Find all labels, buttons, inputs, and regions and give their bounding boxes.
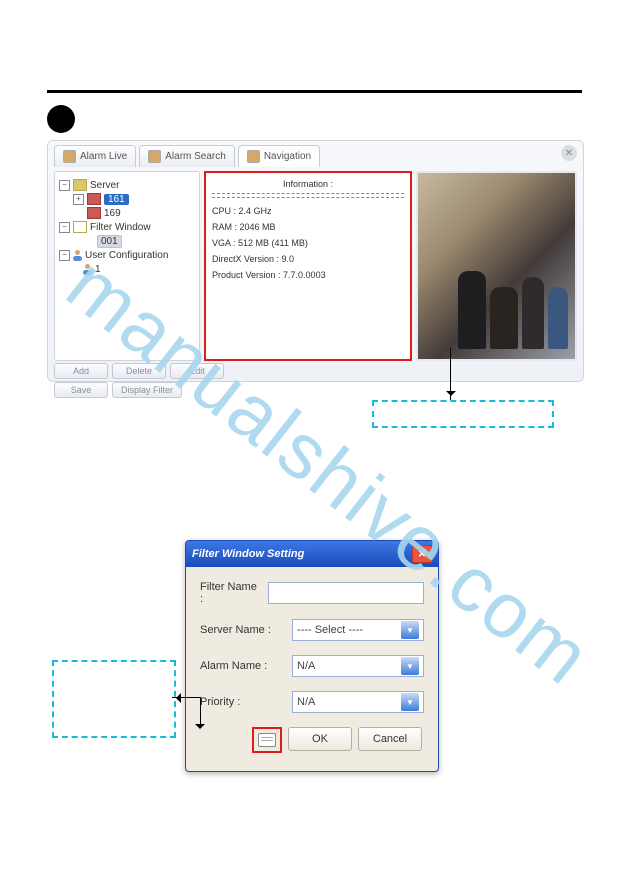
tree-item-selected[interactable]: 161 <box>104 194 129 205</box>
server-folder-icon <box>73 179 87 191</box>
info-product: Product Version : 7.7.0.0003 <box>212 270 404 280</box>
section-bullet <box>47 105 75 133</box>
filter-window-setting-dialog: Filter Window Setting ✕ Filter Name : Se… <box>185 540 439 772</box>
add-button[interactable]: Add <box>54 363 108 379</box>
toolbar-row-2: Save Display Filter <box>48 382 583 398</box>
tab-label: Alarm Live <box>80 151 127 162</box>
info-ram: RAM : 2046 MB <box>212 222 404 232</box>
search-icon <box>148 150 161 163</box>
keyboard-icon <box>258 733 276 747</box>
delete-button[interactable]: Delete <box>112 363 166 379</box>
save-button[interactable]: Save <box>54 382 108 398</box>
arrow-head-icon <box>195 724 205 734</box>
display-filter-button[interactable]: Display Filter <box>112 382 182 398</box>
info-directx: DirectX Version : 9.0 <box>212 254 404 264</box>
collapse-icon[interactable]: − <box>59 222 70 233</box>
callout-arrow <box>200 697 201 727</box>
tab-alarm-live[interactable]: Alarm Live <box>54 145 136 167</box>
tab-navigation[interactable]: Navigation <box>238 145 320 167</box>
app-panel: Alarm Live Alarm Search Navigation ✕ − Se… <box>47 140 584 382</box>
filter-item[interactable]: 001 <box>97 235 122 248</box>
toolbar: Add Delete Edit <box>48 363 583 379</box>
tree-label[interactable]: Server <box>90 180 119 191</box>
panel-close-button[interactable]: ✕ <box>561 145 577 161</box>
expand-icon[interactable]: + <box>73 194 84 205</box>
filter-name-label: Filter Name : <box>200 581 260 605</box>
callout-box <box>52 660 176 738</box>
chevron-down-icon: ▼ <box>401 621 419 639</box>
alarm-name-select[interactable]: N/A ▼ <box>292 655 424 677</box>
dialog-titlebar[interactable]: Filter Window Setting ✕ <box>186 541 438 567</box>
priority-select[interactable]: N/A ▼ <box>292 691 424 713</box>
figure <box>548 287 568 349</box>
tree-label[interactable]: User Configuration <box>85 250 168 261</box>
filter-icon <box>73 221 87 233</box>
dialog-title: Filter Window Setting <box>192 548 304 560</box>
edit-button[interactable]: Edit <box>170 363 224 379</box>
camera-icon <box>87 207 101 219</box>
info-title: Information : <box>212 179 404 189</box>
callout-arrow <box>172 697 200 698</box>
tab-label: Alarm Search <box>165 151 226 162</box>
figure <box>490 287 518 349</box>
nav-tree: − Server +161 169 − Filter Window 001 − Use… <box>54 171 200 361</box>
collapse-icon[interactable]: − <box>59 180 70 191</box>
info-cpu: CPU : 2.4 GHz <box>212 206 404 216</box>
chevron-down-icon: ▼ <box>401 657 419 675</box>
cancel-button[interactable]: Cancel <box>358 727 422 751</box>
filter-name-input[interactable] <box>268 582 424 604</box>
information-panel: Information : CPU : 2.4 GHz RAM : 2046 M… <box>204 171 412 361</box>
eye-icon <box>247 150 260 163</box>
tree-label[interactable]: 1 <box>95 264 101 275</box>
info-vga: VGA : 512 MB (411 MB) <box>212 238 404 248</box>
select-value: N/A <box>297 696 315 708</box>
keyboard-button-highlight[interactable] <box>252 727 282 753</box>
tab-strip: Alarm Live Alarm Search Navigation ✕ <box>48 141 583 167</box>
close-icon[interactable]: ✕ <box>412 545 432 563</box>
figure <box>458 271 486 349</box>
users-icon <box>73 250 82 261</box>
figure <box>522 277 544 349</box>
tree-label[interactable]: Filter Window <box>90 222 151 233</box>
server-name-select[interactable]: ---- Select ---- ▼ <box>292 619 424 641</box>
tab-alarm-search[interactable]: Alarm Search <box>139 145 235 167</box>
section-rule <box>47 90 582 93</box>
collapse-icon[interactable]: − <box>59 250 70 261</box>
select-value: N/A <box>297 660 315 672</box>
tab-label: Navigation <box>264 151 311 162</box>
tree-label[interactable]: 169 <box>104 208 121 219</box>
priority-label: Priority : <box>200 696 284 708</box>
video-thumbnail[interactable] <box>416 171 577 361</box>
info-divider <box>212 193 404 198</box>
callout-arrow <box>450 348 451 400</box>
user-icon <box>83 264 92 275</box>
chevron-down-icon: ▼ <box>401 693 419 711</box>
ok-button[interactable]: OK <box>288 727 352 751</box>
alarm-name-label: Alarm Name : <box>200 660 284 672</box>
select-value: ---- Select ---- <box>297 624 363 636</box>
callout-box <box>372 400 554 428</box>
server-name-label: Server Name : <box>200 624 284 636</box>
camera-icon <box>87 193 101 205</box>
display-icon <box>63 150 76 163</box>
